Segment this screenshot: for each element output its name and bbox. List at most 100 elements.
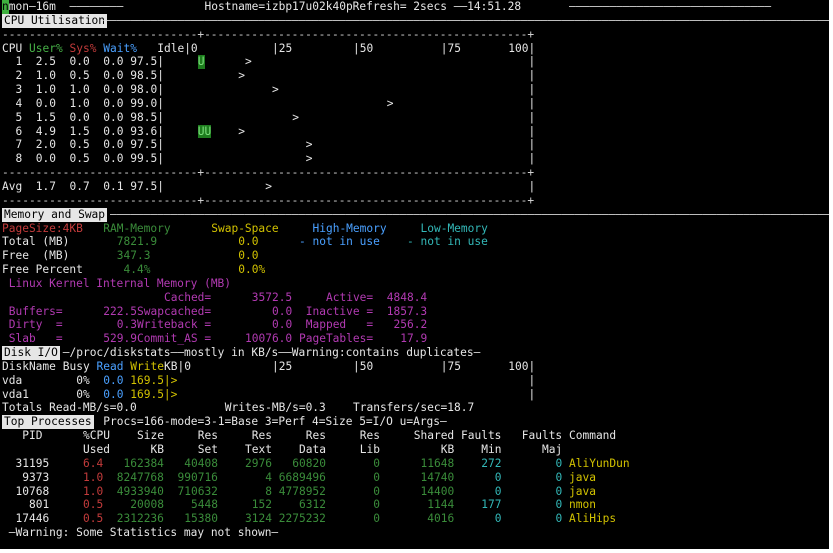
col-ram: RAM-Memory (103, 221, 171, 235)
cpu-idle: 97.5| (130, 55, 164, 69)
col-swap: Swap-Space (211, 221, 279, 235)
edge: | (528, 124, 536, 138)
top-col-head2: Used KB Set Text Data Lib KB Min Maj (0, 443, 829, 457)
section-header-top: Top Processes (2, 415, 94, 430)
shared-kb: 4016 (427, 512, 455, 526)
col-head: Res (197, 429, 218, 443)
res-set: 710632 (177, 484, 218, 498)
disk-row: vda1 0% 0.0 169.5|> | (0, 388, 829, 402)
kernel-label: Cached= (164, 290, 212, 304)
cpu-peak-marker: > (272, 83, 279, 97)
page-size: PageSize:4KB (2, 221, 83, 235)
col-head: Res (305, 429, 326, 443)
disk-busy: 0% (76, 387, 90, 401)
cpu-usage-bar: U (197, 55, 205, 70)
kernel-title: Linux Kernel Internal Memory (MB) (8, 276, 232, 290)
scale-75: |75 (440, 359, 461, 373)
cpu-id: 3 (15, 83, 23, 97)
faults-min: 0 (494, 470, 502, 484)
edge: | (528, 96, 536, 110)
cpu-user: 2.5 (35, 55, 56, 69)
pid: 10768 (15, 484, 50, 498)
res-text: 8 (265, 484, 272, 498)
edge: | (528, 373, 536, 387)
low-total: - not in use (407, 235, 488, 249)
cpu-idle: 98.5| (130, 110, 164, 124)
col-head: Res (251, 429, 272, 443)
cpu-idle: 93.6| (130, 124, 164, 138)
res-lib: 0 (373, 456, 380, 470)
res-set: 40408 (184, 456, 218, 470)
cpu-peak-marker: > (292, 110, 299, 124)
col-head: KB (440, 443, 455, 456)
swap-free: 0.0 (238, 249, 259, 263)
col-wait: Wait% (103, 41, 137, 55)
cpu-id: 8 (15, 152, 23, 166)
res-text: 2976 (245, 456, 272, 470)
kernel-head: Linux Kernel Internal Memory (MB) (0, 277, 829, 291)
pid: 9373 (22, 470, 50, 484)
ram-free: 347.3 (116, 249, 151, 263)
kernel-value: 1857.3 (386, 304, 428, 318)
top-info: Procs=166-mode=3-1=Base 3=Perf 4=Size 5=… (103, 415, 447, 429)
col-head: PID (22, 429, 43, 443)
disk-name: vda (2, 373, 23, 387)
command: java (569, 484, 596, 498)
cpu-used: 0.5 (83, 498, 104, 512)
shared-kb: 11648 (420, 456, 455, 470)
col-user: User% (29, 41, 63, 55)
faults-maj: 0 (555, 498, 563, 512)
kernel-label: Commit_AS = (137, 332, 212, 346)
process-row: 9373 1.0 8247768 990716 4 6689496 0 14740 0 0 java (0, 471, 829, 485)
cpu-row: 1 2.5 0.0 0.0 97.5| U > | (0, 55, 829, 70)
cpu-row: 2 1.0 0.5 0.0 98.5| > | (0, 69, 829, 83)
swap-total: 0.0 (238, 235, 259, 249)
command: nmon (569, 498, 596, 512)
avg-idle: 97.5| (130, 179, 164, 193)
kernel-row: Cached= 3572.5 Active= 4848.4 (0, 291, 829, 305)
kernel-label: Active= (326, 290, 374, 304)
cpu-header: CPU Utilisation —————————————————————————… (0, 13, 829, 28)
cpu-wait: 0.0 (103, 96, 124, 110)
kernel-label: PageTables= (299, 332, 374, 346)
cpu-idle: 97.5| (130, 138, 164, 152)
edge: | (528, 69, 536, 83)
faults-maj: 0 (555, 456, 563, 470)
cpu-wait: 0.0 (103, 69, 124, 83)
command: AliHips (569, 512, 617, 526)
res-lib: 0 (373, 484, 380, 498)
edge: | (528, 387, 536, 401)
col-cpu: CPU (2, 41, 23, 55)
cpu-sys: 0.0 (69, 55, 90, 69)
pid: 31195 (15, 456, 50, 470)
dash-line: -----------------------------+----------… (0, 28, 829, 42)
cpu-sys: 0.0 (69, 110, 90, 124)
size-kb: 4933940 (116, 484, 164, 498)
disk-col-head: DiskName Busy Read Write KB|0 |25 |50 |75 100| (0, 360, 829, 374)
scale-75: |75 (440, 41, 461, 55)
cpu-id: 5 (15, 110, 23, 124)
col-head: Shared (413, 429, 455, 443)
shared-kb: 14740 (420, 470, 455, 484)
cpu-used: 6.4 (83, 456, 104, 470)
divider: -----------------------------+----------… (2, 166, 535, 180)
kernel-label: Dirty = (8, 318, 63, 332)
cpu-sys: 0.5 (69, 152, 90, 166)
cpu-user: 1.0 (35, 83, 56, 97)
res-text: 4 (265, 470, 272, 484)
cpu-peak-marker: > (305, 138, 313, 152)
kernel-value: 4848.4 (386, 290, 428, 304)
col-head: Data (299, 443, 326, 456)
cpu-id: 4 (15, 96, 23, 110)
app-title: mon—16m (8, 0, 56, 13)
cpu-user: 2.0 (35, 138, 56, 152)
process-row: 17446 0.5 2312236 15380 3124 2275232 0 4016 0 0 Al… (0, 512, 829, 526)
cpu-id: 6 (15, 124, 23, 138)
shared-kb: 1144 (427, 498, 455, 512)
kernel-row: Buffers= 222.5 Swapcached= 0.0 Inactive = 185… (0, 305, 829, 319)
section-header-cpu: CPU Utilisation (2, 13, 108, 28)
cpu-user: 1.0 (35, 69, 56, 83)
kernel-value: 10076.0 (245, 332, 293, 346)
rule: ————————————————————————————————————————… (110, 207, 829, 221)
size-kb: 20008 (130, 498, 164, 512)
